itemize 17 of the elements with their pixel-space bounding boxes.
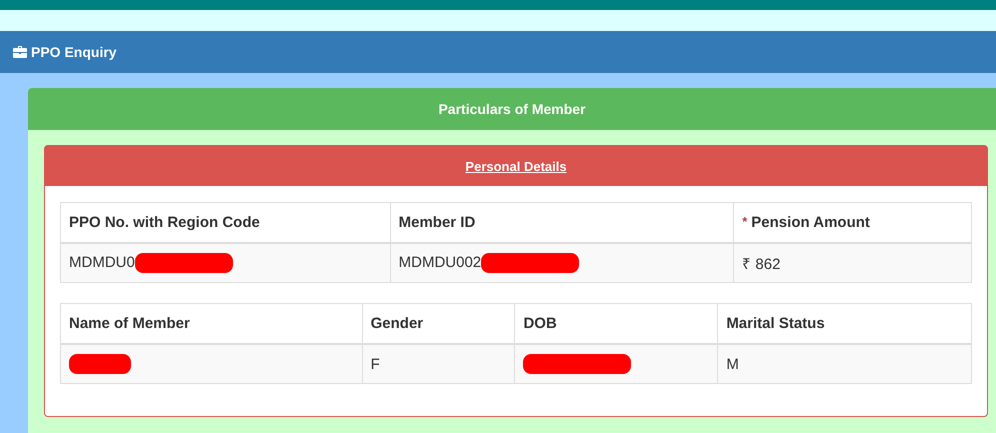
cell-text: MDMDU002 [398, 254, 482, 271]
cell-text: ₹ 862 [742, 256, 780, 273]
page-title: PPO Enquiry [31, 44, 117, 60]
panel-title: Particulars of Member [28, 88, 996, 130]
column-label: PPO No. with Region Code [69, 214, 260, 231]
cell-text: M [726, 356, 739, 372]
briefcase-icon [13, 46, 27, 58]
cell-text: MDMDU0 [69, 254, 135, 271]
column-label: Member ID [398, 214, 476, 231]
cell-text: F [370, 356, 380, 372]
column-label: Pension Amount [751, 214, 870, 231]
column-label: Name of Member [69, 315, 190, 332]
column-label: Gender [370, 315, 424, 332]
column-label: DOB [523, 315, 557, 332]
section-title: Personal Details [465, 158, 567, 174]
required-mark: * [742, 214, 748, 229]
column-label: Marital Status [726, 315, 825, 332]
